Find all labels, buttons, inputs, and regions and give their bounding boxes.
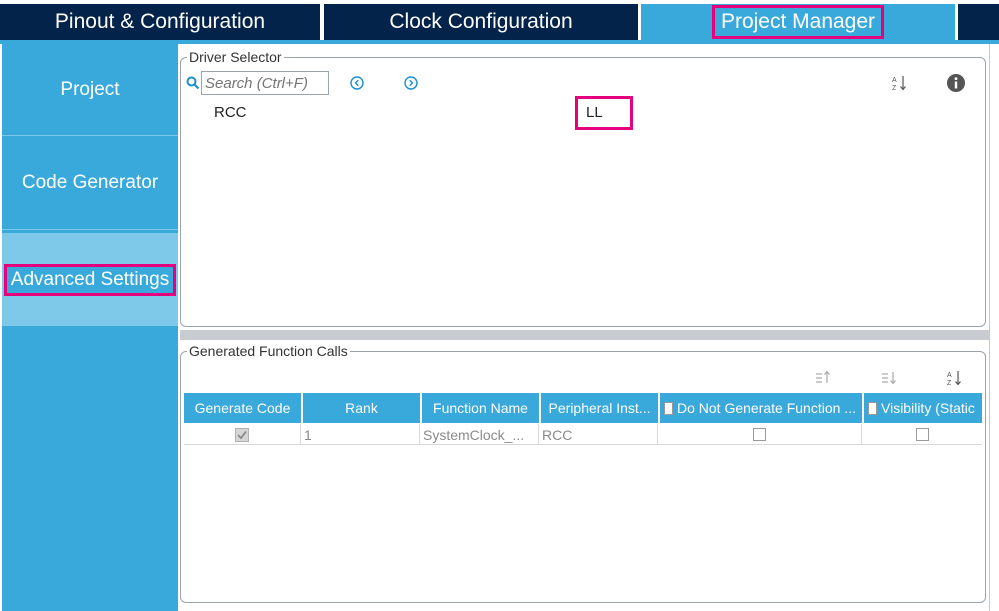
driver-select-highlight[interactable]: [575, 96, 633, 130]
sidebar-item-label: Code Generator: [21, 172, 159, 193]
chevron-right-circle-icon[interactable]: [404, 76, 418, 90]
column-header-generate-code[interactable]: Generate Code: [184, 393, 301, 423]
sidebar: Project Code Generator Advanced Settings: [2, 44, 178, 611]
tab-overflow[interactable]: [958, 4, 999, 40]
sort-az-icon[interactable]: A Z: [946, 369, 964, 387]
search-icon: [186, 76, 200, 90]
sort-az-icon[interactable]: A Z: [891, 74, 909, 92]
table-header: Generate Code Rank Function Name Periphe…: [184, 393, 982, 423]
column-header-label: Function Name: [433, 400, 528, 416]
cell-function-name: SystemClock_...: [420, 424, 539, 445]
driver-selector-title: Driver Selector: [187, 49, 284, 65]
generate-code-checkbox[interactable]: [235, 427, 249, 442]
svg-text:Z: Z: [892, 85, 897, 92]
cell-visibility: [862, 424, 982, 445]
top-tab-bar: Pinout & Configuration Clock Configurati…: [0, 0, 999, 44]
info-icon[interactable]: [946, 73, 966, 93]
column-header-do-not-generate[interactable]: Do Not Generate Function ...: [660, 393, 862, 423]
tab-label: Project Manager: [711, 5, 885, 39]
panel-splitter[interactable]: [180, 330, 989, 340]
sidebar-item-label: Project: [60, 78, 120, 100]
svg-text:A: A: [947, 372, 952, 379]
tab-pinout-configuration[interactable]: Pinout & Configuration: [0, 4, 320, 40]
driver-row-driver: LL: [586, 104, 603, 121]
svg-text:Z: Z: [947, 380, 952, 387]
chevron-left-circle-icon[interactable]: [350, 76, 364, 90]
driver-row-peripheral: RCC: [214, 104, 247, 121]
move-up-icon[interactable]: [814, 369, 832, 387]
column-header-label: Generate Code: [194, 400, 291, 416]
right-edge-panel: [989, 44, 999, 611]
column-header-function-name[interactable]: Function Name: [422, 393, 539, 423]
cell-text: SystemClock_...: [423, 426, 525, 443]
cell-text: 1: [304, 426, 312, 443]
sidebar-item-label: Advanced Settings: [4, 263, 176, 296]
cell-do-not-generate: [658, 424, 862, 445]
generated-function-calls-panel: Generated Function Calls: [180, 343, 986, 603]
do-not-generate-checkbox[interactable]: [753, 428, 766, 441]
sidebar-item-code-generator[interactable]: Code Generator: [2, 137, 178, 230]
cell-peripheral: RCC: [539, 424, 658, 445]
move-down-icon[interactable]: [880, 369, 898, 387]
header-checkbox[interactable]: [664, 401, 673, 415]
sidebar-item-advanced-settings[interactable]: Advanced Settings: [2, 233, 178, 326]
column-header-rank[interactable]: Rank: [303, 393, 420, 423]
table-row[interactable]: 1 SystemClock_... RCC: [184, 424, 982, 445]
visibility-checkbox[interactable]: [915, 428, 929, 441]
column-header-label: Visibility (Static: [881, 400, 975, 416]
column-header-label: Rank: [345, 400, 378, 416]
column-header-label: Do Not Generate Function ...: [677, 400, 856, 416]
generated-function-calls-title: Generated Function Calls: [187, 343, 350, 359]
tab-label: Pinout & Configuration: [54, 10, 266, 33]
cell-rank: 1: [301, 424, 420, 445]
tab-project-manager[interactable]: Project Manager: [641, 4, 955, 40]
svg-text:A: A: [892, 77, 897, 84]
tab-clock-configuration[interactable]: Clock Configuration: [324, 4, 638, 40]
tab-label: Clock Configuration: [389, 10, 573, 33]
sidebar-item-project[interactable]: Project: [2, 44, 178, 136]
column-header-label: Peripheral Inst...: [548, 400, 651, 416]
cell-text: RCC: [542, 426, 573, 443]
search-input[interactable]: [201, 71, 329, 95]
column-header-peripheral-instance[interactable]: Peripheral Inst...: [541, 393, 658, 423]
column-header-visibility[interactable]: Visibility (Static: [864, 393, 982, 423]
cell-generate-code: [184, 424, 301, 445]
header-checkbox[interactable]: [868, 401, 877, 415]
